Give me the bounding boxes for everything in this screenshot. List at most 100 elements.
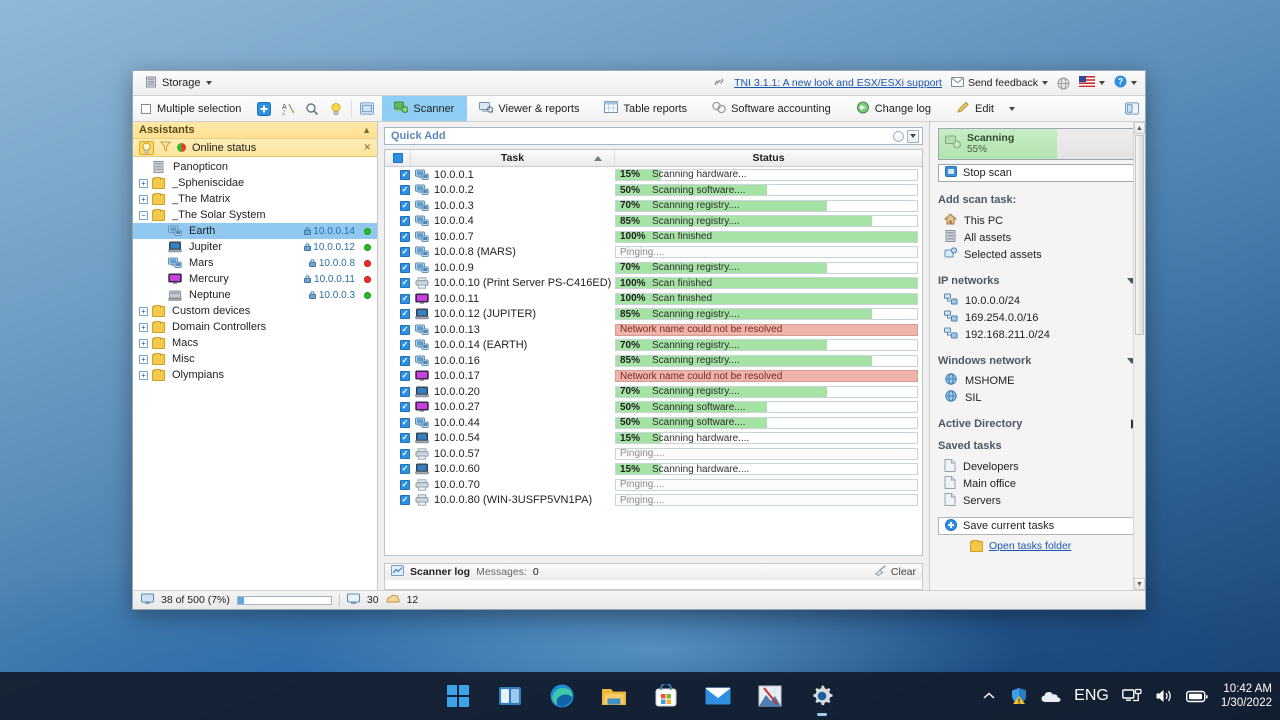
volume-icon[interactable]: [1155, 688, 1173, 704]
row-checkbox[interactable]: [400, 185, 410, 196]
language-flag-button[interactable]: [1079, 76, 1105, 90]
tab-viewer-reports[interactable]: Viewer & reports: [467, 96, 592, 121]
table-row[interactable]: 10.0.0.11 100% Scan finished: [385, 291, 922, 307]
tree-item-macs[interactable]: + Macs: [133, 335, 377, 351]
table-row[interactable]: 10.0.0.57 Pinging....: [385, 446, 922, 462]
expand-icon[interactable]: +: [139, 194, 148, 204]
right-pane-scrollbar[interactable]: ▲ ▼: [1133, 122, 1145, 590]
network-icon[interactable]: [1121, 688, 1142, 704]
window-icon[interactable]: [360, 102, 375, 116]
ip-networks-section-header[interactable]: IP networks: [938, 275, 1137, 287]
search-icon[interactable]: [305, 102, 319, 116]
task-view-button[interactable]: [497, 683, 523, 709]
saved-task-main-office[interactable]: Main office: [938, 475, 1137, 492]
scrollbar-thumb[interactable]: [1135, 135, 1144, 335]
row-checkbox[interactable]: [400, 247, 410, 258]
table-row[interactable]: 10.0.0.4 85% Scanning registry....: [385, 214, 922, 230]
settings-button[interactable]: [809, 683, 835, 716]
scan-target-all-assets[interactable]: All assets: [938, 229, 1137, 246]
file-explorer-button[interactable]: [601, 683, 627, 709]
scroll-down-button[interactable]: ▼: [1134, 578, 1145, 590]
select-all-checkbox[interactable]: [385, 150, 411, 166]
table-row[interactable]: 10.0.0.16 85% Scanning registry....: [385, 353, 922, 369]
ip-network-169-254-0-0-16[interactable]: 169.254.0.0/16: [938, 309, 1137, 326]
save-current-tasks-button[interactable]: Save current tasks: [938, 517, 1137, 535]
news-link[interactable]: TNI 3.1.1: A new look and ESX/ESXi suppo…: [734, 77, 942, 89]
table-row[interactable]: 10.0.0.70 Pinging....: [385, 477, 922, 493]
tab-table-reports[interactable]: Table reports: [592, 96, 700, 121]
tree-item-mercury[interactable]: Mercury 10.0.0.11: [133, 271, 377, 287]
row-checkbox[interactable]: [400, 479, 410, 490]
asset-tree[interactable]: Panopticon + _Spheniscidae + _The Matrix − _Th…: [133, 157, 377, 590]
table-row[interactable]: 10.0.0.27 50% Scanning software....: [385, 400, 922, 416]
tree-item-spheniscidae[interactable]: + _Spheniscidae: [133, 175, 377, 191]
quick-add-input[interactable]: Quick Add: [384, 127, 923, 145]
table-row[interactable]: 10.0.0.13 Network name could not be resol…: [385, 322, 922, 338]
row-checkbox[interactable]: [400, 262, 410, 273]
clock-widget[interactable]: 10:42 AM 1/30/2022: [1221, 682, 1272, 710]
show-hidden-icons-button[interactable]: [981, 690, 997, 702]
security-shield-icon[interactable]: [1010, 687, 1028, 705]
tree-item-misc[interactable]: + Misc: [133, 351, 377, 367]
scan-target-this-pc[interactable]: This PC: [938, 212, 1137, 229]
windows-network-sil[interactable]: SIL: [938, 389, 1137, 406]
table-row[interactable]: 10.0.0.2 50% Scanning software....: [385, 183, 922, 199]
table-row[interactable]: 10.0.0.60 15% Scanning hardware....: [385, 462, 922, 478]
active-directory-section-header[interactable]: Active Directory: [938, 418, 1137, 430]
table-row[interactable]: 10.0.0.1 15% Scanning hardware...: [385, 167, 922, 183]
tree-item-the-solar-system[interactable]: − _The Solar System: [133, 207, 377, 223]
tree-item-the-matrix[interactable]: + _The Matrix: [133, 191, 377, 207]
column-header-task[interactable]: Task: [411, 150, 615, 166]
row-checkbox[interactable]: [400, 402, 410, 413]
tab-software-accounting[interactable]: Software accounting: [700, 96, 844, 121]
mail-button[interactable]: [705, 683, 731, 709]
tree-item-panopticon[interactable]: Panopticon: [133, 159, 377, 175]
tab-edit[interactable]: Edit: [944, 96, 1028, 121]
table-row[interactable]: 10.0.0.54 15% Scanning hardware....: [385, 431, 922, 447]
clear-log-button[interactable]: Clear: [875, 565, 916, 579]
layout-icon[interactable]: [1125, 102, 1139, 116]
row-checkbox[interactable]: [400, 417, 410, 428]
tree-item-custom-devices[interactable]: + Custom devices: [133, 303, 377, 319]
tree-item-mars[interactable]: Mars 10.0.0.8: [133, 255, 377, 271]
row-checkbox[interactable]: [400, 216, 410, 227]
online-status-assistant[interactable]: Online status ✕: [133, 139, 377, 157]
row-checkbox[interactable]: [400, 355, 410, 366]
language-indicator[interactable]: ENG: [1074, 687, 1109, 705]
table-row[interactable]: 10.0.0.10 (Print Server PS-C416ED) 100% Sc…: [385, 276, 922, 292]
close-icon[interactable]: ✕: [363, 142, 371, 153]
ip-network-192-168-211-0-24[interactable]: 192.168.211.0/24: [938, 326, 1137, 343]
tree-item-earth[interactable]: Earth 10.0.0.14: [133, 223, 377, 239]
expand-icon[interactable]: +: [139, 354, 148, 364]
scan-target-selected-assets[interactable]: Selected assets: [938, 246, 1137, 263]
expand-icon[interactable]: +: [139, 322, 148, 332]
ip-network-10-0-0-0-24[interactable]: 10.0.0.0/24: [938, 292, 1137, 309]
row-checkbox[interactable]: [400, 293, 410, 304]
row-checkbox[interactable]: [400, 386, 410, 397]
row-checkbox[interactable]: [400, 200, 410, 211]
photos-button[interactable]: [757, 683, 783, 709]
expand-icon[interactable]: +: [139, 338, 148, 348]
row-checkbox[interactable]: [400, 371, 410, 382]
table-row[interactable]: 10.0.0.12 (JUPITER) 85% Scanning registry.…: [385, 307, 922, 323]
bulb-icon[interactable]: [139, 140, 154, 155]
row-checkbox[interactable]: [400, 309, 410, 320]
add-icon[interactable]: [257, 101, 272, 116]
row-checkbox[interactable]: [400, 464, 410, 475]
expand-icon[interactable]: +: [139, 306, 148, 316]
table-row[interactable]: 10.0.0.44 50% Scanning software....: [385, 415, 922, 431]
table-row[interactable]: 10.0.0.20 70% Scanning registry....: [385, 384, 922, 400]
scanning-status-button[interactable]: Scanning 55%: [939, 129, 1057, 159]
collapse-icon[interactable]: ▲: [362, 125, 371, 135]
multiple-selection-checkbox[interactable]: Multiple selection: [133, 96, 249, 121]
table-row[interactable]: 10.0.0.8 (MARS) Pinging....: [385, 245, 922, 261]
store-button[interactable]: [653, 683, 679, 709]
quick-add-target-icon[interactable]: [893, 130, 904, 142]
tab-scanner[interactable]: Scanner: [382, 96, 468, 121]
sort-az-icon[interactable]: AZ: [281, 102, 295, 116]
table-row[interactable]: 10.0.0.7 100% Scan finished: [385, 229, 922, 245]
scroll-up-button[interactable]: ▲: [1134, 122, 1145, 134]
saved-task-servers[interactable]: Servers: [938, 492, 1137, 509]
battery-icon[interactable]: [1185, 690, 1208, 703]
table-row[interactable]: 10.0.0.14 (EARTH) 70% Scanning registry...…: [385, 338, 922, 354]
